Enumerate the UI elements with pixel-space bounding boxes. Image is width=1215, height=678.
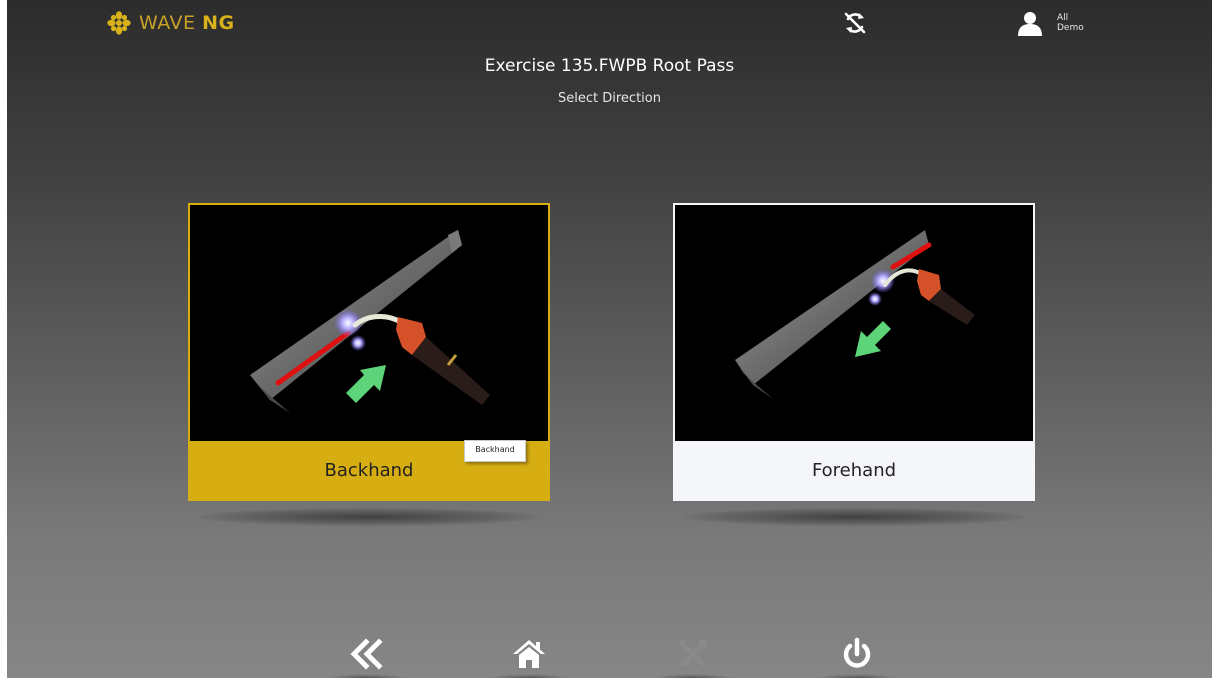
forehand-label: Forehand [811,460,897,481]
logo-wave-text: WAVE [139,12,196,34]
power-icon [843,637,871,668]
logo-text: WAVE NG [139,10,235,36]
forehand-card-shadow [684,508,1024,526]
page-subtitle: Select Direction [558,91,661,106]
backhand-image [190,205,548,441]
user-name: All Demo [1057,13,1084,33]
tools-button-shadow [653,674,733,678]
user-line-2: Demo [1057,23,1084,33]
tools-button[interactable] [671,632,715,676]
home-button[interactable] [507,632,551,676]
app-logo: WAVE NG [107,10,235,36]
power-button-shadow [817,674,897,678]
home-icon [513,640,545,668]
power-button[interactable] [835,632,879,676]
sync-disabled-icon[interactable] [842,10,868,36]
backhand-card-shadow [199,508,539,526]
logo-flower-icon [107,11,131,35]
app-frame: WAVE NG All Demo Exercise 135.FWPB Root … [7,0,1212,678]
user-icon [1018,12,1042,36]
home-button-shadow [489,674,569,678]
forehand-image [675,205,1033,441]
user-line-1: All [1057,13,1069,23]
backhand-tooltip: Backhand [464,440,526,462]
user-area[interactable]: All Demo [1017,10,1084,36]
double-chevron-left-icon [350,638,383,670]
tools-icon [680,640,707,667]
logo-ng-text: NG [202,12,235,34]
option-card-forehand[interactable]: Forehand [673,203,1035,501]
back-button[interactable] [344,632,388,676]
bottom-nav [7,628,1212,678]
page-title: Exercise 135.FWPB Root Pass [484,56,735,76]
back-button-shadow [326,674,406,678]
